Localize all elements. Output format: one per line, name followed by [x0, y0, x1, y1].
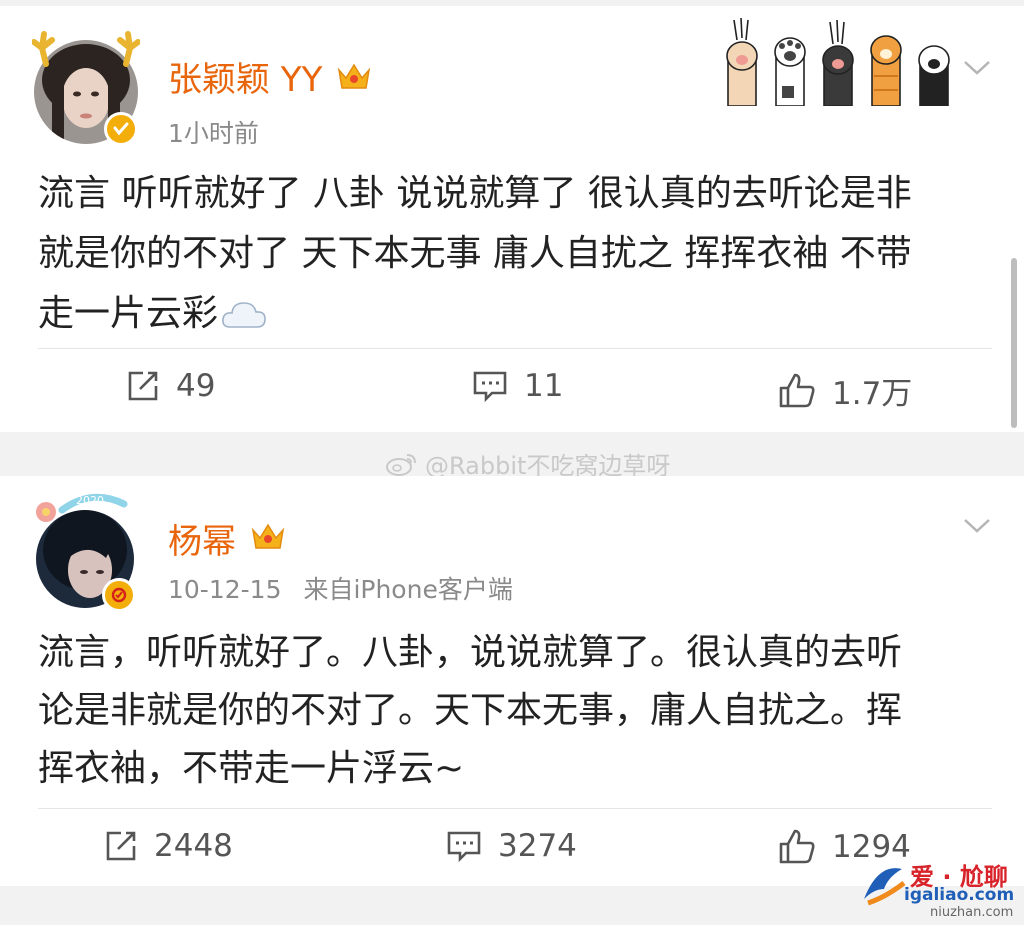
site-domain: igaliao.com: [904, 885, 1015, 905]
post-text: 流言，听听就好了。八卦，说说就算了。很认真的去听 论是非就是你的不对了。天下本无…: [38, 624, 902, 798]
comment-count: 11: [524, 368, 564, 404]
chevron-down-icon[interactable]: [962, 516, 992, 536]
svg-text:2020: 2020: [76, 494, 104, 507]
post-meta: 10-12-15 来自iPhone客户端: [168, 570, 513, 606]
site-sub-domain: niuzhan.com: [930, 905, 1014, 920]
post-source[interactable]: 来自iPhone客户端: [303, 575, 512, 604]
post-text-line: 挥衣袖，不带走一片浮云~: [38, 748, 465, 789]
repost-icon: [128, 371, 158, 401]
comment-icon: [473, 371, 507, 403]
vip-crown-icon: [251, 523, 285, 549]
comment-button[interactable]: 3274: [446, 828, 577, 864]
like-count: 1.7万: [832, 376, 913, 412]
site-logo-watermark: 爱 · 尬聊 igaliao.com niuzhan.com: [858, 855, 1020, 921]
username[interactable]: 张颖颖 YY: [168, 52, 322, 101]
verified-badge-icon: [104, 112, 138, 146]
avatar-frame-icon: 2020: [36, 493, 128, 522]
chevron-down-icon[interactable]: [962, 58, 992, 78]
post-text-line: 就是你的不对了 天下本无事 庸人自扰之 挥挥衣袖 不带: [38, 233, 912, 274]
post-time: 10-12-15: [168, 575, 282, 604]
post-card-1: 张颖颖 YY 1小时前 流言 听听就好了 八卦 说说就算了 很认真的去听论是非 …: [0, 6, 1024, 432]
post-text-line: 论是非就是你的不对了。天下本无事，庸人自扰之。挥: [38, 690, 903, 731]
post-card-2: 2020 杨幂 10-12-15 来自iPhone客户端 流言，听听就好了。八卦…: [0, 476, 1024, 886]
verified-badge-icon: [102, 578, 136, 612]
avatar-yangmi[interactable]: 2020: [36, 493, 136, 612]
divider: [38, 348, 992, 349]
divider: [38, 808, 992, 809]
antler-decoration-icon: [32, 31, 140, 67]
repost-button[interactable]: 2448: [104, 828, 233, 864]
repost-count: 49: [176, 368, 216, 404]
scrollbar[interactable]: [1011, 258, 1017, 428]
cat-paw-decoration-icon: [726, 17, 950, 106]
comment-icon: [447, 831, 481, 863]
site-logo-icon: [864, 868, 906, 906]
repost-count: 2448: [154, 828, 233, 864]
cloud-emoji-icon: [222, 302, 266, 328]
post-text: 流言 听听就好了 八卦 说说就算了 很认真的去听论是非 就是你的不对了 天下本无…: [38, 164, 912, 344]
username[interactable]: 杨幂: [168, 514, 236, 563]
comment-button[interactable]: 11: [472, 368, 563, 404]
post-text-line: 流言 听听就好了 八卦 说说就算了 很认真的去听论是非: [38, 173, 912, 214]
like-button[interactable]: 1.7万: [778, 368, 912, 413]
vip-crown-icon: [337, 63, 371, 89]
repost-icon: [106, 831, 136, 861]
weibo-logo-icon: [386, 453, 416, 476]
thumbs-up-icon: [779, 829, 815, 864]
avatar-zhangyingying[interactable]: [32, 31, 140, 146]
post-text-line: 流言，听听就好了。八卦，说说就算了。很认真的去听: [38, 632, 903, 673]
repost-button[interactable]: 49: [126, 368, 215, 404]
comment-count: 3274: [498, 828, 577, 864]
post-time: 1小时前: [168, 119, 259, 148]
thumbs-up-icon: [779, 373, 815, 407]
post-text-line: 走一片云彩: [38, 293, 219, 334]
